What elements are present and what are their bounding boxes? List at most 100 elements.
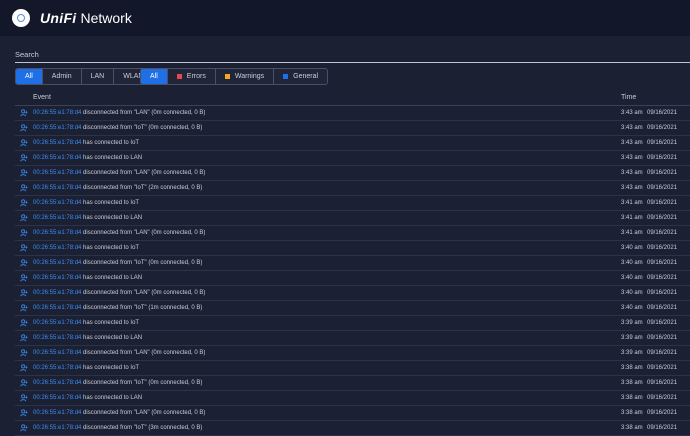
- event-description: disconnected from "LAN" (0m connected, 0…: [81, 169, 206, 176]
- event-text: 00:26:55:e1:78:d4 disconnected from "IoT…: [33, 125, 202, 131]
- client-user-icon: [20, 319, 28, 327]
- unifi-logo-icon[interactable]: [12, 9, 30, 27]
- filter-general[interactable]: General: [274, 69, 328, 84]
- filter-lan[interactable]: LAN: [81, 69, 115, 84]
- filter-admin[interactable]: Admin: [42, 69, 82, 84]
- table-row[interactable]: 00:26:55:e1:78:d4 disconnected from "LAN…: [15, 346, 690, 361]
- filter-all-level[interactable]: All: [141, 69, 168, 84]
- client-mac-link[interactable]: 00:26:55:e1:78:d4: [33, 125, 81, 131]
- event-time: 3:43 am: [621, 154, 643, 161]
- event-time: 3:39 am: [621, 349, 643, 356]
- table-row[interactable]: 00:26:55:e1:78:d4 has connected to LAN 3:…: [15, 211, 690, 226]
- event-text: 00:26:55:e1:78:d4 disconnected from "LAN…: [33, 410, 205, 416]
- client-mac-link[interactable]: 00:26:55:e1:78:d4: [33, 335, 81, 341]
- event-description: has connected to LAN: [81, 394, 143, 401]
- table-row[interactable]: 00:26:55:e1:78:d4 has connected to IoT 3:…: [15, 361, 690, 376]
- general-square-icon: [283, 74, 289, 79]
- client-mac-link[interactable]: 00:26:55:e1:78:d4: [33, 215, 81, 221]
- client-mac-link[interactable]: 00:26:55:e1:78:d4: [33, 365, 81, 371]
- client-user-icon: [20, 304, 28, 312]
- client-mac-link[interactable]: 00:26:55:e1:78:d4: [33, 395, 81, 401]
- table-row[interactable]: 00:26:55:e1:78:d4 disconnected from "LAN…: [15, 406, 690, 421]
- event-date: 09/16/2021: [647, 244, 678, 251]
- event-date: 09/16/2021: [647, 364, 678, 371]
- table-row[interactable]: 00:26:55:e1:78:d4 has connected to IoT 3:…: [15, 196, 690, 211]
- event-date: 09/16/2021: [647, 154, 678, 161]
- table-row[interactable]: 00:26:55:e1:78:d4 disconnected from "IoT…: [15, 376, 690, 391]
- table-row[interactable]: 00:26:55:e1:78:d4 has connected to LAN 3:…: [15, 331, 690, 346]
- table-row[interactable]: 00:26:55:e1:78:d4 disconnected from "IoT…: [15, 121, 690, 136]
- client-user-icon: [20, 364, 28, 372]
- event-text: 00:26:55:e1:78:d4 has connected to LAN: [33, 275, 142, 281]
- event-text: 00:26:55:e1:78:d4 has connected to IoT: [33, 365, 139, 371]
- client-mac-link[interactable]: 00:26:55:e1:78:d4: [33, 245, 81, 251]
- client-mac-link[interactable]: 00:26:55:e1:78:d4: [33, 410, 81, 416]
- client-mac-link[interactable]: 00:26:55:e1:78:d4: [33, 185, 81, 191]
- table-row[interactable]: 00:26:55:e1:78:d4 has connected to LAN 3:…: [15, 151, 690, 166]
- event-text: 00:26:55:e1:78:d4 has connected to IoT: [33, 245, 139, 251]
- client-mac-link[interactable]: 00:26:55:e1:78:d4: [33, 275, 81, 281]
- column-event[interactable]: Event: [33, 94, 51, 101]
- event-text: 00:26:55:e1:78:d4 has connected to IoT: [33, 200, 139, 206]
- client-mac-link[interactable]: 00:26:55:e1:78:d4: [33, 305, 81, 311]
- event-description: has connected to LAN: [81, 154, 143, 161]
- table-row[interactable]: 00:26:55:e1:78:d4 disconnected from "LAN…: [15, 166, 690, 181]
- client-mac-link[interactable]: 00:26:55:e1:78:d4: [33, 110, 81, 116]
- event-text: 00:26:55:e1:78:d4 has connected to IoT: [33, 320, 139, 326]
- table-row[interactable]: 00:26:55:e1:78:d4 has connected to IoT 3:…: [15, 136, 690, 151]
- client-mac-link[interactable]: 00:26:55:e1:78:d4: [33, 200, 81, 206]
- table-row[interactable]: 00:26:55:e1:78:d4 disconnected from "IoT…: [15, 256, 690, 271]
- event-description: has connected to IoT: [81, 244, 140, 251]
- table-row[interactable]: 00:26:55:e1:78:d4 has connected to LAN 3:…: [15, 271, 690, 286]
- event-text: 00:26:55:e1:78:d4 has connected to LAN: [33, 215, 142, 221]
- event-time: 3:41 am: [621, 214, 643, 221]
- search-bar: [15, 44, 690, 63]
- client-user-icon: [20, 244, 28, 252]
- filter-warnings[interactable]: Warnings: [215, 69, 275, 84]
- event-description: disconnected from "LAN" (0m connected, 0…: [81, 289, 206, 296]
- event-date: 09/16/2021: [647, 334, 678, 341]
- table-row[interactable]: 00:26:55:e1:78:d4 disconnected from "LAN…: [15, 226, 690, 241]
- table-row[interactable]: 00:26:55:e1:78:d4 disconnected from "IoT…: [15, 421, 690, 436]
- client-user-icon: [20, 199, 28, 207]
- event-time: 3:43 am: [621, 109, 643, 116]
- event-text: 00:26:55:e1:78:d4 has connected to LAN: [33, 335, 142, 341]
- event-text: 00:26:55:e1:78:d4 disconnected from "IoT…: [33, 260, 202, 266]
- client-mac-link[interactable]: 00:26:55:e1:78:d4: [33, 155, 81, 161]
- event-description: has connected to LAN: [81, 334, 143, 341]
- table-row[interactable]: 00:26:55:e1:78:d4 has connected to LAN 3:…: [15, 391, 690, 406]
- event-time: 3:40 am: [621, 259, 643, 266]
- event-text: 00:26:55:e1:78:d4 disconnected from "LAN…: [33, 350, 205, 356]
- client-mac-link[interactable]: 00:26:55:e1:78:d4: [33, 230, 81, 236]
- client-mac-link[interactable]: 00:26:55:e1:78:d4: [33, 350, 81, 356]
- client-mac-link[interactable]: 00:26:55:e1:78:d4: [33, 290, 81, 296]
- table-row[interactable]: 00:26:55:e1:78:d4 disconnected from "LAN…: [15, 286, 690, 301]
- filter-errors[interactable]: Errors: [167, 69, 216, 84]
- event-description: has connected to IoT: [81, 139, 140, 146]
- client-mac-link[interactable]: 00:26:55:e1:78:d4: [33, 320, 81, 326]
- client-mac-link[interactable]: 00:26:55:e1:78:d4: [33, 140, 81, 146]
- table-row[interactable]: 00:26:55:e1:78:d4 has connected to IoT 3:…: [15, 241, 690, 256]
- table-row[interactable]: 00:26:55:e1:78:d4 disconnected from "IoT…: [15, 301, 690, 316]
- event-time: 3:38 am: [621, 379, 643, 386]
- client-user-icon: [20, 124, 28, 132]
- table-row[interactable]: 00:26:55:e1:78:d4 disconnected from "IoT…: [15, 181, 690, 196]
- client-user-icon: [20, 379, 28, 387]
- event-description: disconnected from "LAN" (0m connected, 0…: [81, 109, 206, 116]
- table-row[interactable]: 00:26:55:e1:78:d4 has connected to IoT 3:…: [15, 316, 690, 331]
- client-mac-link[interactable]: 00:26:55:e1:78:d4: [33, 380, 81, 386]
- client-user-icon: [20, 154, 28, 162]
- column-time[interactable]: Time: [621, 94, 636, 101]
- event-description: disconnected from "LAN" (0m connected, 0…: [81, 349, 206, 356]
- event-time: 3:39 am: [621, 334, 643, 341]
- client-mac-link[interactable]: 00:26:55:e1:78:d4: [33, 425, 81, 431]
- event-time: 3:43 am: [621, 139, 643, 146]
- event-text: 00:26:55:e1:78:d4 disconnected from "IoT…: [33, 425, 202, 431]
- event-date: 09/16/2021: [647, 379, 678, 386]
- event-time: 3:38 am: [621, 424, 643, 431]
- client-mac-link[interactable]: 00:26:55:e1:78:d4: [33, 260, 81, 266]
- client-mac-link[interactable]: 00:26:55:e1:78:d4: [33, 170, 81, 176]
- table-row[interactable]: 00:26:55:e1:78:d4 disconnected from "LAN…: [15, 106, 690, 121]
- search-input[interactable]: [15, 46, 690, 59]
- filter-all-category[interactable]: All: [16, 69, 43, 84]
